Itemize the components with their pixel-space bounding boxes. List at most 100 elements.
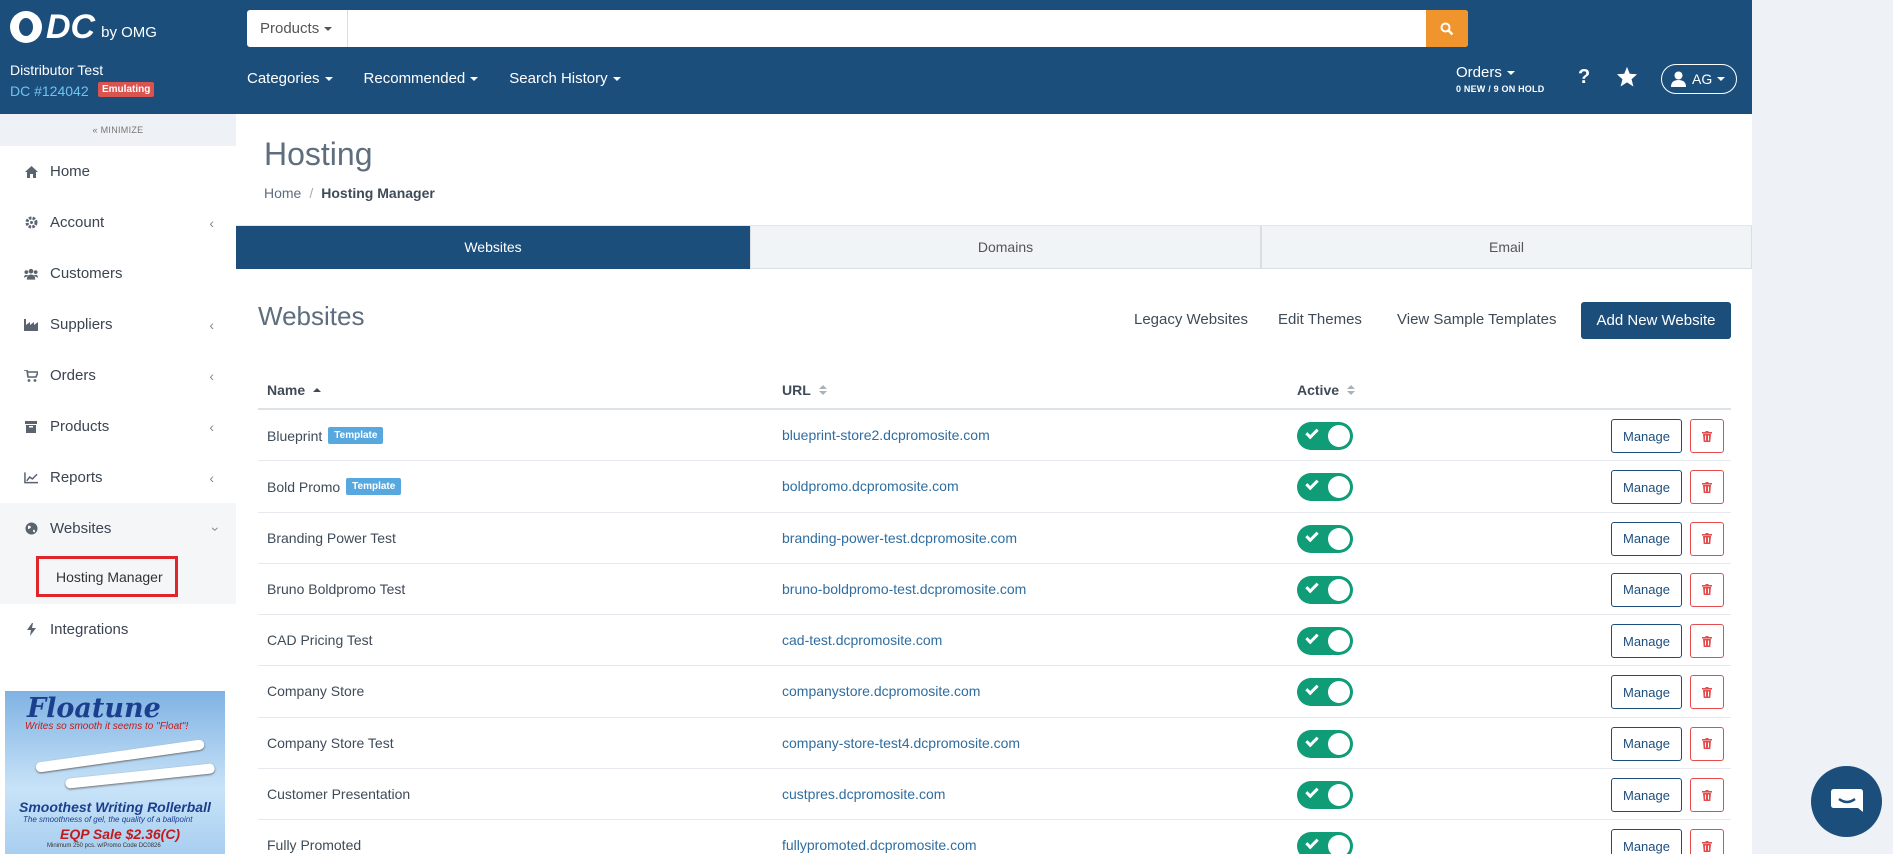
minimize-button[interactable]: « MINIMIZE xyxy=(0,114,236,146)
sidebar-item-orders[interactable]: Orders ‹ xyxy=(0,350,236,401)
check-icon xyxy=(1305,836,1319,850)
delete-button[interactable] xyxy=(1690,726,1724,761)
sidebar-item-label: Suppliers xyxy=(50,316,113,333)
orders-dropdown[interactable]: Orders 0 NEW / 9 ON HOLD xyxy=(1456,64,1544,94)
manage-button[interactable]: Manage xyxy=(1611,726,1682,761)
template-badge: Template xyxy=(328,427,384,444)
manage-button[interactable]: Manage xyxy=(1611,572,1682,607)
delete-button[interactable] xyxy=(1690,675,1724,710)
active-toggle[interactable] xyxy=(1297,524,1353,553)
manage-button[interactable]: Manage xyxy=(1611,778,1682,813)
manage-button[interactable]: Manage xyxy=(1611,675,1682,710)
tab-websites[interactable]: Websites xyxy=(236,226,750,269)
ad-headline: Smoothest Writing Rollerball xyxy=(19,799,211,815)
column-header-active[interactable]: Active xyxy=(1297,382,1356,398)
search-input[interactable] xyxy=(348,10,1426,47)
table-row: Blueprint Template blueprint-store2.dcprom… xyxy=(258,410,1731,462)
search-scope-dropdown[interactable]: Products xyxy=(247,10,348,47)
sidebar-item-reports[interactable]: Reports ‹ xyxy=(0,452,236,503)
sidebar-item-suppliers[interactable]: Suppliers ‹ xyxy=(0,299,236,350)
table-row: Customer Presentation custpres.dcpromosit… xyxy=(258,769,1731,821)
website-name-text: Company Store xyxy=(267,683,365,700)
website-url-link[interactable]: fullypromoted.dcpromosite.com xyxy=(782,837,977,853)
search-icon xyxy=(1440,22,1454,35)
toggle-knob xyxy=(1328,578,1350,601)
account-id[interactable]: DC #124042 xyxy=(10,83,89,99)
trash-icon xyxy=(1702,584,1712,596)
dc-logo[interactable]: DC by OMG xyxy=(10,10,157,44)
delete-button[interactable] xyxy=(1690,572,1724,607)
website-url-link[interactable]: boldpromo.dcpromosite.com xyxy=(782,478,959,494)
delete-button[interactable] xyxy=(1690,624,1724,659)
website-name: Blueprint Template xyxy=(267,427,384,444)
promo-banner-ad[interactable]: Floatune Writes so smooth it seems to "F… xyxy=(5,691,225,854)
view-sample-templates-link[interactable]: View Sample Templates xyxy=(1397,311,1557,328)
sidebar-item-account[interactable]: Account ‹ xyxy=(0,197,236,248)
column-header-name[interactable]: Name xyxy=(267,382,322,398)
sidebar-item-websites[interactable]: Websites ‹ xyxy=(0,503,236,554)
sidebar-item-home[interactable]: Home xyxy=(0,146,236,197)
website-url-link[interactable]: branding-power-test.dcpromosite.com xyxy=(782,530,1017,546)
website-url-link[interactable]: companystore.dcpromosite.com xyxy=(782,683,980,699)
website-url-link[interactable]: custpres.dcpromosite.com xyxy=(782,786,945,802)
users-icon xyxy=(24,267,38,281)
column-header-url[interactable]: URL xyxy=(782,382,827,398)
manage-button[interactable]: Manage xyxy=(1611,829,1682,854)
website-name: Bruno Boldpromo Test xyxy=(267,581,405,597)
website-url-link[interactable]: blueprint-store2.dcpromosite.com xyxy=(782,427,990,443)
active-toggle[interactable] xyxy=(1297,729,1353,758)
manage-button[interactable]: Manage xyxy=(1611,521,1682,556)
delete-button[interactable] xyxy=(1690,778,1724,813)
nav-search-history[interactable]: Search History xyxy=(509,70,621,87)
delete-button[interactable] xyxy=(1690,470,1724,505)
manage-button[interactable]: Manage xyxy=(1611,419,1682,453)
chat-widget-button[interactable] xyxy=(1811,766,1882,837)
toggle-knob xyxy=(1328,681,1350,704)
active-toggle[interactable] xyxy=(1297,627,1353,656)
website-name: Bold Promo Template xyxy=(267,478,402,496)
active-toggle[interactable] xyxy=(1297,575,1353,604)
sidebar-item-customers[interactable]: Customers xyxy=(0,248,236,299)
tab-email[interactable]: Email xyxy=(1261,226,1752,269)
legacy-websites-link[interactable]: Legacy Websites xyxy=(1134,311,1248,328)
pen-image xyxy=(64,763,216,789)
table-row: Bruno Boldpromo Test bruno-boldpromo-test… xyxy=(258,564,1731,616)
delete-button[interactable] xyxy=(1690,419,1724,453)
edit-themes-link[interactable]: Edit Themes xyxy=(1278,311,1362,328)
manage-button[interactable]: Manage xyxy=(1611,470,1682,505)
active-toggle[interactable] xyxy=(1297,422,1353,450)
help-icon[interactable]: ? xyxy=(1578,66,1590,89)
active-toggle[interactable] xyxy=(1297,832,1353,854)
orders-summary: 0 NEW / 9 ON HOLD xyxy=(1456,84,1545,94)
nav-recommended[interactable]: Recommended xyxy=(364,70,479,87)
website-url-link[interactable]: bruno-boldpromo-test.dcpromosite.com xyxy=(782,581,1026,597)
delete-button[interactable] xyxy=(1690,521,1724,556)
table-body: Blueprint Template blueprint-store2.dcprom… xyxy=(258,410,1731,854)
sidebar-item-hosting-manager[interactable]: Hosting Manager xyxy=(36,556,178,597)
cart-icon xyxy=(24,369,38,383)
ad-tagline: Writes so smooth it seems to "Float"! xyxy=(25,721,189,732)
check-icon xyxy=(1305,425,1319,440)
user-menu[interactable]: AG xyxy=(1661,64,1737,94)
active-toggle[interactable] xyxy=(1297,473,1353,502)
sort-icon xyxy=(818,385,827,395)
manage-button[interactable]: Manage xyxy=(1611,624,1682,659)
chevron-left-icon: ‹ xyxy=(209,368,214,384)
website-name-text: CAD Pricing Test xyxy=(267,632,373,649)
active-toggle[interactable] xyxy=(1297,781,1353,810)
website-name-text: Branding Power Test xyxy=(267,529,396,546)
sidebar-item-products[interactable]: Products ‹ xyxy=(0,401,236,452)
website-name-text: Fully Promoted xyxy=(267,837,362,854)
website-name-text: Bruno Boldpromo Test xyxy=(267,580,406,597)
delete-button[interactable] xyxy=(1690,829,1724,854)
search-button[interactable] xyxy=(1426,10,1468,47)
add-new-website-button[interactable]: Add New Website xyxy=(1581,302,1731,339)
website-url-link[interactable]: company-store-test4.dcpromosite.com xyxy=(782,735,1020,751)
favorites-star-icon[interactable] xyxy=(1616,66,1638,92)
website-url-link[interactable]: cad-test.dcpromosite.com xyxy=(782,632,942,648)
tab-domains[interactable]: Domains xyxy=(750,226,1261,269)
active-toggle[interactable] xyxy=(1297,678,1353,707)
nav-categories[interactable]: Categories xyxy=(247,70,333,87)
breadcrumb-home[interactable]: Home xyxy=(264,185,301,201)
sidebar-item-integrations[interactable]: Integrations xyxy=(0,604,236,655)
